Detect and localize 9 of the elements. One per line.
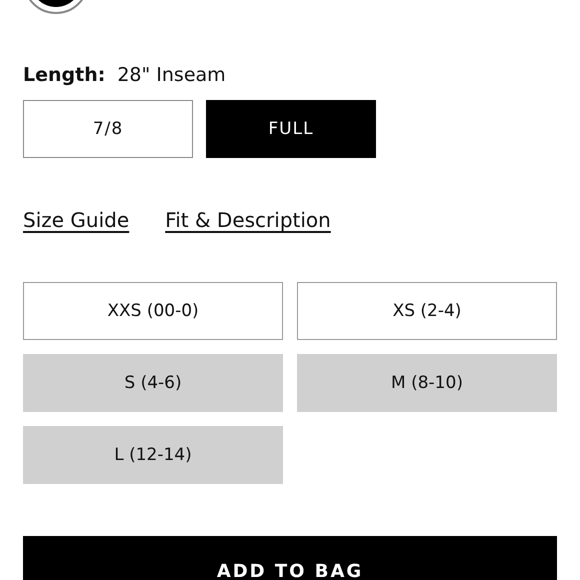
- add-to-bag-button[interactable]: ADD TO BAG: [23, 536, 557, 580]
- length-option[interactable]: FULL: [206, 100, 376, 158]
- size-option[interactable]: XXS (00-0): [23, 282, 283, 340]
- length-option[interactable]: 7/8: [23, 100, 193, 158]
- length-label: Length:: [23, 64, 106, 86]
- link[interactable]: Fit & Description: [165, 208, 331, 232]
- size-option[interactable]: XS (2-4): [297, 282, 557, 340]
- link[interactable]: Size Guide: [23, 208, 130, 232]
- length-value: 28" Inseam: [117, 64, 226, 86]
